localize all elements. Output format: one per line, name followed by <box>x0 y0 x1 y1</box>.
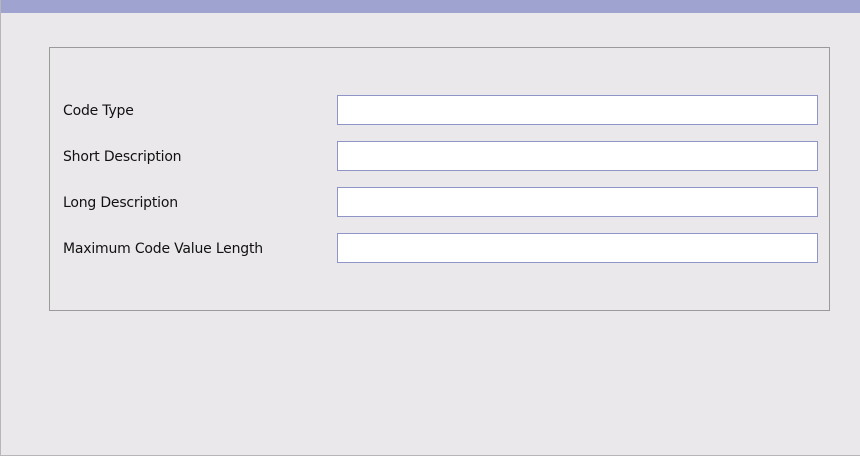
window-top-band <box>1 0 860 13</box>
short-description-label: Short Description <box>63 149 182 165</box>
short-description-row: Short Description <box>50 141 829 175</box>
code-type-label: Code Type <box>63 103 134 119</box>
maximum-code-value-length-row: Maximum Code Value Length <box>50 233 829 267</box>
long-description-label: Long Description <box>63 195 178 211</box>
code-type-form-panel: Code Type Short Description Long Descrip… <box>49 47 830 311</box>
code-type-input[interactable] <box>337 95 818 125</box>
long-description-row: Long Description <box>50 187 829 221</box>
maximum-code-value-length-label: Maximum Code Value Length <box>63 241 263 257</box>
code-type-row: Code Type <box>50 95 829 129</box>
form-window: Code Type Short Description Long Descrip… <box>0 0 860 456</box>
short-description-input[interactable] <box>337 141 818 171</box>
maximum-code-value-length-input[interactable] <box>337 233 818 263</box>
long-description-input[interactable] <box>337 187 818 217</box>
